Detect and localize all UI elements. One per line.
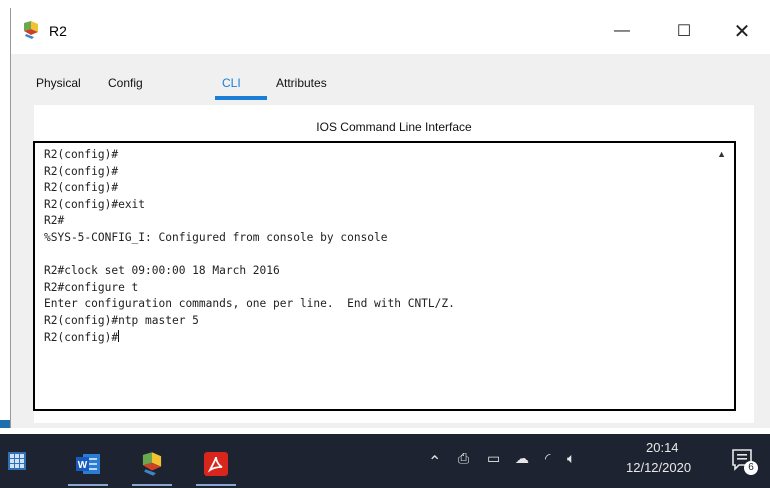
running-indicator	[196, 484, 236, 486]
onedrive-cloud-icon[interactable]: ☁	[515, 450, 529, 467]
close-icon: ✕	[733, 20, 751, 43]
text-cursor	[118, 329, 120, 342]
terminal-line: R2#configure t	[44, 280, 139, 294]
terminal-line: R2(config)#exit	[44, 197, 146, 211]
close-button[interactable]: ✕	[719, 12, 765, 50]
scroll-up-icon[interactable]: ▲	[717, 149, 726, 159]
minimize-button[interactable]: —	[599, 12, 645, 50]
taskbar-app-word[interactable]: W	[64, 444, 112, 486]
taskbar-app-packet-tracer[interactable]	[128, 444, 176, 486]
word-label: W	[78, 460, 88, 471]
tab-cli[interactable]: CLI	[222, 76, 241, 90]
terminal-prompt-line[interactable]: R2(config)#	[44, 329, 684, 347]
running-indicator	[132, 484, 172, 486]
cli-terminal[interactable]: R2(config)# R2(config)# R2(config)# R2(c…	[33, 141, 736, 411]
taskbar-app-acrobat[interactable]	[192, 444, 240, 486]
tab-config[interactable]: Config	[108, 76, 143, 90]
terminal-line: R2#	[44, 214, 65, 228]
volume-icon[interactable]: 🔈︎	[567, 450, 575, 467]
terminal-line: R2#clock set 09:00:00 18 March 2016	[44, 264, 280, 278]
active-tab-indicator	[215, 96, 267, 100]
terminal-line: R2(config)#ntp master 5	[44, 313, 199, 327]
show-hidden-icons-icon[interactable]: ⌃	[428, 452, 441, 472]
terminal-line: %SYS-5-CONFIG_I: Configured from console…	[44, 230, 388, 244]
background-window-edge	[0, 0, 10, 428]
terminal-line: R2(config)#	[44, 164, 119, 178]
tab-physical[interactable]: Physical	[36, 76, 81, 90]
background-window-fragment	[0, 420, 10, 428]
word-icon: W	[76, 454, 100, 474]
clock-date[interactable]: 12/12/2020	[626, 460, 691, 475]
running-indicator	[68, 484, 108, 486]
maximize-button[interactable]: ☐	[661, 12, 707, 50]
title-bar[interactable]: R2 — ☐ ✕	[11, 8, 770, 54]
packet-tracer-icon	[142, 452, 162, 476]
terminal-line: Enter configuration commands, one per li…	[44, 297, 455, 311]
wifi-icon[interactable]: ◜	[545, 450, 550, 467]
windows-ink-icon[interactable]: ⎙	[458, 450, 469, 467]
clock-time[interactable]: 20:14	[646, 440, 679, 455]
terminal-prompt: R2(config)#	[44, 330, 119, 344]
terminal-line: R2(config)#	[44, 148, 119, 161]
maximize-icon: ☐	[676, 23, 692, 40]
window-title: R2	[49, 23, 67, 39]
panel-title: IOS Command Line Interface	[316, 120, 472, 134]
acrobat-icon	[204, 452, 228, 476]
notification-count-badge: 6	[744, 461, 758, 475]
terminal-line: R2(config)#	[44, 181, 119, 195]
keyboard-icon[interactable]: ▭	[487, 450, 500, 467]
taskbar: W ⌃ ⎙ ▭ ☁ ◜ 🔈︎ 20:14 12/12/2020 6	[0, 434, 770, 488]
terminal-output: R2(config)# R2(config)# R2(config)# R2(c…	[44, 147, 684, 346]
tab-attributes[interactable]: Attributes	[276, 76, 327, 90]
packet-tracer-router-icon	[24, 21, 38, 39]
minimize-icon: —	[614, 22, 630, 39]
start-grid-icon[interactable]	[8, 452, 26, 470]
